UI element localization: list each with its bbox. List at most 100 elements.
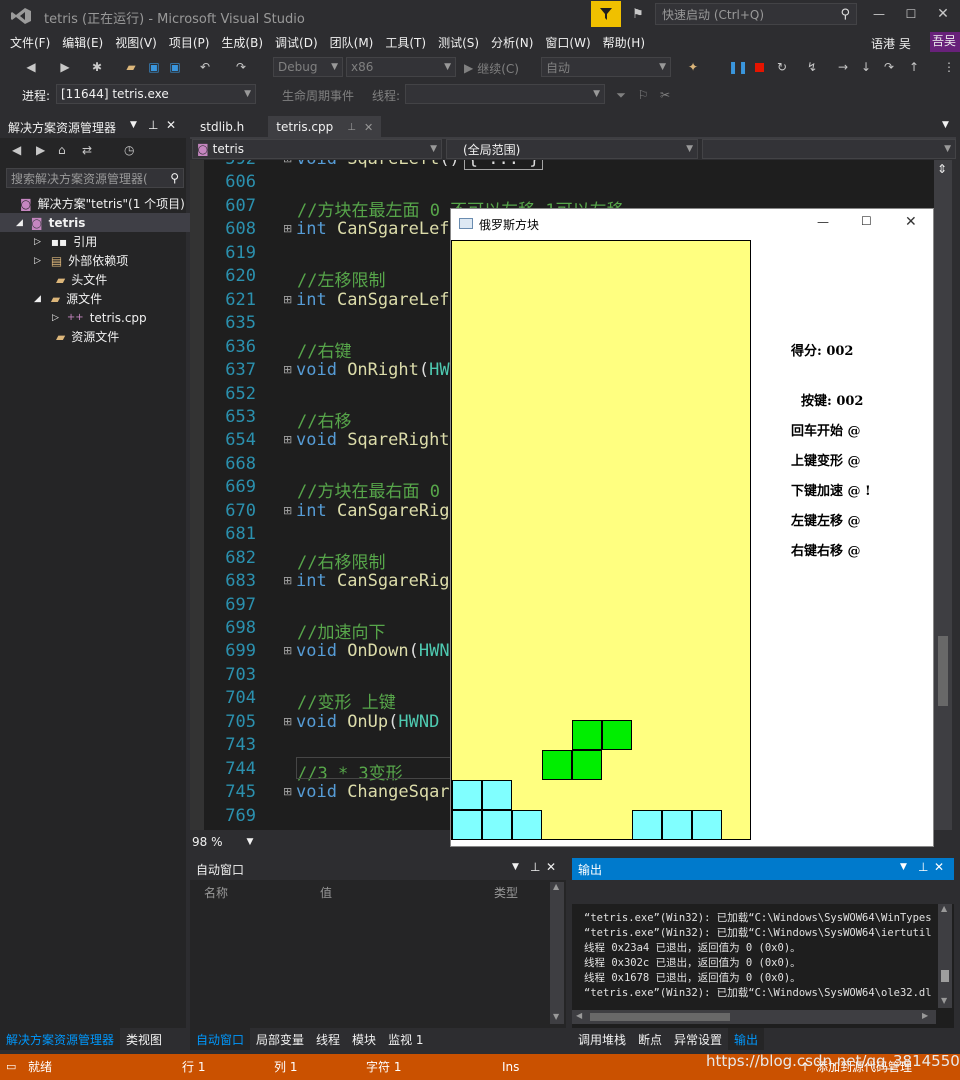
pin-icon[interactable]: ⊥ [347, 122, 356, 133]
tab-solution-explorer[interactable]: 解决方案资源管理器 [0, 1028, 121, 1050]
zoom-level[interactable]: 98 % [192, 835, 223, 849]
tree-item-header-files[interactable]: ▰ 头文件 [0, 270, 107, 289]
tab-tetris-cpp[interactable]: tetris.cpp ⊥ ✕ [268, 116, 382, 138]
step-into-icon[interactable]: → [834, 58, 852, 76]
user-badge[interactable]: 吾吴 [930, 32, 960, 52]
tree-item-references[interactable]: ▷ ▪▪ 引用 [0, 232, 97, 251]
fold-toggle-icon[interactable]: ⊞ [283, 504, 292, 517]
column-type[interactable]: 类型 [494, 884, 518, 901]
scroll-up-icon[interactable]: ▲ [941, 904, 947, 913]
panel-menu-icon[interactable]: ▼ [130, 120, 137, 130]
fold-toggle-icon[interactable]: ⊞ [283, 293, 292, 306]
tree-item-tetris-cpp[interactable]: ▷ ++ tetris.cpp [0, 308, 147, 327]
fold-toggle-icon[interactable]: ⊞ [283, 222, 292, 235]
output-text[interactable]: “tetris.exe”(Win32): 已加载“C:\Windows\SysW… [572, 904, 936, 1008]
tab-exception-settings[interactable]: 异常设置 [668, 1028, 728, 1050]
debug-target-icon[interactable]: ✦ [684, 58, 702, 76]
menu-item[interactable]: 测试(S) [438, 34, 479, 51]
collapse-icon[interactable]: ▷ [34, 237, 41, 247]
menu-item[interactable]: 编辑(E) [62, 34, 103, 51]
tab-overflow-icon[interactable]: ▼ [942, 120, 949, 130]
output-vertical-scrollbar[interactable]: ▲ ▼ [938, 904, 952, 1008]
tree-item-project[interactable]: ◢ ◙ tetris [0, 213, 198, 232]
minimize-button[interactable]: — [866, 4, 892, 24]
close-icon[interactable]: ✕ [364, 121, 373, 134]
quick-launch-input[interactable]: 快速启动 (Ctrl+Q) ⚲ [655, 3, 857, 25]
clear-flags-icon[interactable]: ✂ [656, 86, 674, 104]
filter-icon[interactable]: ⏷ [612, 86, 630, 104]
autos-scrollbar[interactable]: ▲ ▼ [550, 882, 564, 1024]
tree-item-solution[interactable]: ◙ 解决方案"tetris"(1 个项目) [0, 194, 185, 213]
open-folder-icon[interactable]: ▰ [122, 58, 140, 76]
tree-item-external-deps[interactable]: ▷ ▤ 外部依赖项 [0, 251, 128, 270]
scroll-down-icon[interactable]: ▼ [553, 1012, 559, 1021]
editor-vertical-scrollbar[interactable]: ⇕ [934, 160, 952, 830]
menu-item[interactable]: 视图(V) [115, 34, 157, 51]
tab-breakpoints[interactable]: 断点 [632, 1028, 668, 1050]
notification-filter-icon[interactable] [591, 1, 621, 27]
user-name[interactable]: 语港 吴 [871, 35, 911, 52]
solution-search-input[interactable]: 搜索解决方案资源管理器( ⚲ [6, 168, 184, 188]
pin-icon[interactable]: ⊥ [530, 860, 540, 874]
panel-menu-icon[interactable]: ▼ [900, 862, 907, 872]
restart-icon[interactable]: ↻ [773, 58, 791, 76]
forward-icon[interactable]: ▶ [36, 143, 45, 157]
platform-dropdown[interactable]: x86 ▼ [346, 57, 456, 77]
continue-button[interactable]: ▶ 继续(C) [464, 58, 519, 78]
close-button[interactable]: ✕ [930, 4, 956, 24]
chevron-down-icon[interactable]: ▼ [247, 837, 254, 847]
new-project-icon[interactable]: ✱ [88, 58, 106, 76]
config-dropdown[interactable]: Debug ▼ [273, 57, 343, 77]
tab-autos[interactable]: 自动窗口 [190, 1028, 251, 1050]
expand-icon[interactable]: ◢ [34, 294, 41, 304]
tab-threads[interactable]: 线程 [310, 1028, 346, 1050]
back-icon[interactable]: ◀ [12, 143, 21, 157]
scroll-right-icon[interactable]: ▶ [922, 1011, 928, 1020]
tab-call-stack[interactable]: 调用堆栈 [572, 1028, 632, 1050]
fold-toggle-icon[interactable]: ⊞ [283, 715, 292, 728]
scrollbar-thumb[interactable] [590, 1013, 730, 1021]
tree-item-resource-files[interactable]: ▰ 资源文件 [0, 327, 119, 346]
scrollbar-thumb[interactable] [938, 636, 948, 706]
fold-toggle-icon[interactable]: ⊞ [283, 160, 292, 165]
menu-item[interactable]: 团队(M) [330, 34, 374, 51]
pin-icon[interactable]: ⊥ [918, 860, 928, 874]
step-out-icon[interactable]: ↷ [880, 58, 898, 76]
fold-toggle-icon[interactable]: ⊞ [283, 785, 292, 798]
tab-output[interactable]: 输出 [728, 1028, 765, 1050]
menu-item[interactable]: 生成(B) [221, 34, 263, 51]
step-back-icon[interactable]: ↑ [905, 58, 923, 76]
forward-icon[interactable]: ▶ [56, 58, 74, 76]
save-icon[interactable]: ▣ [146, 58, 162, 76]
output-horizontal-scrollbar[interactable]: ◀ ▶ [572, 1010, 936, 1024]
fold-toggle-icon[interactable]: ⊞ [283, 433, 292, 446]
scroll-up-icon[interactable]: ▲ [553, 882, 559, 891]
thread-dropdown[interactable]: ▼ [405, 84, 605, 104]
tab-watch-1[interactable]: 监视 1 [382, 1028, 429, 1050]
panel-menu-icon[interactable]: ▼ [512, 862, 519, 872]
menu-item[interactable]: 调试(D) [275, 34, 318, 51]
close-panel-icon[interactable]: ✕ [934, 860, 944, 874]
member-nav-dropdown[interactable]: ▼ [702, 139, 956, 159]
fold-toggle-icon[interactable]: ⊞ [283, 574, 292, 587]
menu-item[interactable]: 项目(P) [169, 34, 210, 51]
close-panel-icon[interactable]: ✕ [166, 118, 176, 132]
stop-icon[interactable] [755, 63, 764, 72]
expand-icon[interactable]: ◢ [16, 218, 23, 228]
save-all-icon[interactable]: ▣ [167, 58, 183, 76]
scope-nav-dropdown[interactable]: (全局范围) ▼ [446, 139, 698, 159]
home-icon[interactable]: ⌂ [58, 143, 66, 157]
tab-locals[interactable]: 局部变量 [250, 1028, 310, 1050]
maximize-button[interactable]: ☐ [861, 214, 872, 228]
pause-icon[interactable]: ❚❚ [728, 58, 748, 76]
tab-stdlib-h[interactable]: stdlib.h [194, 116, 250, 138]
feedback-icon[interactable]: ⚑ [628, 5, 648, 23]
menu-item[interactable]: 工具(T) [385, 34, 426, 51]
column-name[interactable]: 名称 [204, 884, 228, 901]
auto-dropdown[interactable]: 自动 ▼ [541, 57, 671, 77]
history-icon[interactable]: ◷ [124, 143, 134, 157]
process-dropdown[interactable]: [11644] tetris.exe ▼ [56, 84, 256, 104]
menu-item[interactable]: 文件(F) [10, 34, 50, 51]
tree-item-source-files[interactable]: ◢ ▰ 源文件 [0, 289, 102, 308]
scroll-down-icon[interactable]: ▼ [941, 996, 947, 1005]
